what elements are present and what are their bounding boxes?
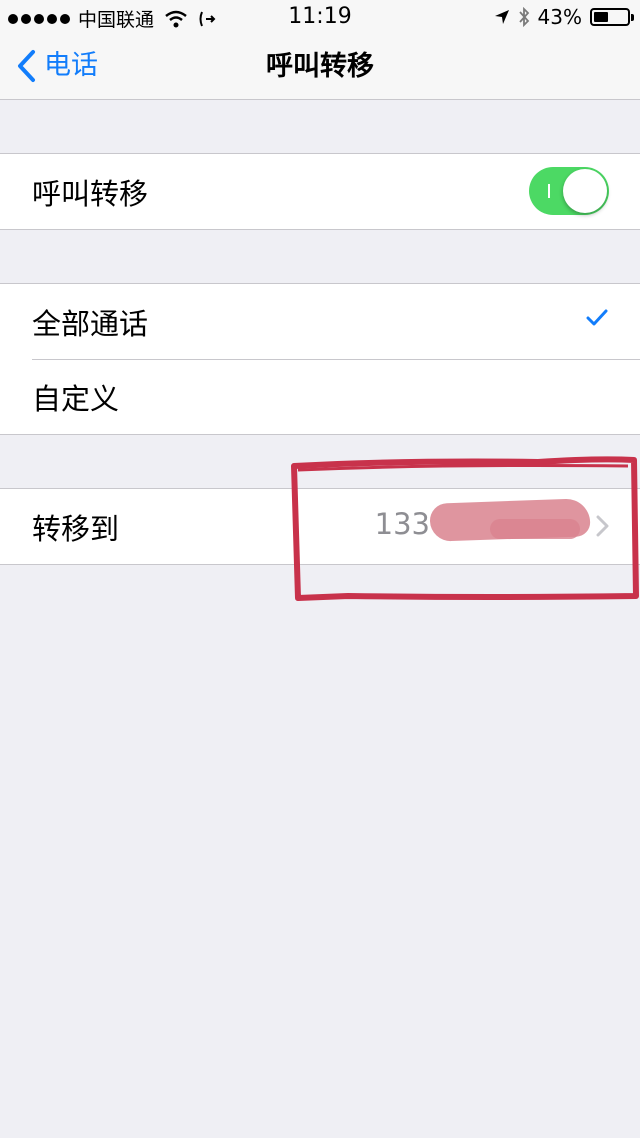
forward-to-label: 转移到 <box>32 511 120 546</box>
forward-number: 133 <box>374 507 430 541</box>
call-forwarding-toggle[interactable] <box>529 167 609 215</box>
status-bar: 中国联通 11:19 43% <box>0 0 640 34</box>
chevron-right-icon <box>596 515 609 537</box>
call-forwarding-label: 呼叫转移 <box>32 176 149 211</box>
battery-icon <box>590 8 634 26</box>
option-custom-label: 自定义 <box>32 381 120 416</box>
call-forwarding-row: 呼叫转移 <box>0 154 640 229</box>
toggle-on-indicator <box>548 184 550 198</box>
checkmark-icon <box>586 309 608 326</box>
location-icon <box>494 10 509 24</box>
battery-percent: 43% <box>537 5 582 29</box>
bluetooth-icon <box>518 7 529 27</box>
status-right: 43% <box>494 5 634 29</box>
page-title: 呼叫转移 <box>266 51 374 82</box>
navigation-bar: 电话 呼叫转移 <box>0 34 640 100</box>
option-all-calls[interactable]: 全部通话 <box>0 284 640 359</box>
battery-level <box>594 12 608 22</box>
option-all-calls-label: 全部通话 <box>32 306 149 341</box>
forwarding-options-group: 全部通话 自定义 <box>0 283 640 435</box>
option-custom[interactable]: 自定义 <box>0 359 640 434</box>
call-forwarding-group: 呼叫转移 <box>0 153 640 230</box>
forward-to-row[interactable]: 转移到 133 <box>0 489 640 564</box>
redaction-scribble <box>490 519 580 539</box>
forward-to-group: 转移到 133 <box>0 488 640 565</box>
toggle-knob <box>563 169 607 213</box>
